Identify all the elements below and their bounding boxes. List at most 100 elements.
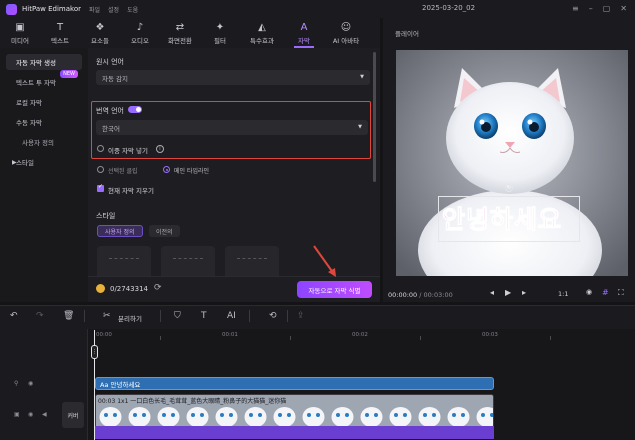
aspect-ratio-select[interactable]: 1:1 (558, 290, 568, 298)
ai-icon[interactable]: AI (227, 311, 236, 321)
redo-icon[interactable]: ↷ (36, 311, 44, 321)
dual-subtitle-radio[interactable] (97, 145, 104, 152)
sidebar-item-local-subtitle[interactable]: 로컬 자막 (6, 94, 82, 110)
app-logo (6, 3, 17, 15)
text-box-icon[interactable]: T (201, 311, 207, 321)
ruler-label: 00:00 (96, 332, 112, 338)
text-icon: T (56, 21, 64, 33)
shield-icon[interactable]: ⛉ (174, 311, 181, 321)
sidebar-item-manual-subtitle[interactable]: 수동 자막 (6, 114, 82, 130)
audio-waveform[interactable] (95, 426, 494, 439)
window-controls: ≡ – ▢ ✕ (572, 4, 627, 13)
rotate-handle-icon[interactable]: ↻ (505, 184, 513, 192)
menu-icon[interactable]: ≡ (572, 4, 579, 13)
prev-frame-icon[interactable]: ◂ (490, 288, 494, 297)
effects-icon: ◭ (258, 21, 266, 33)
player-title: 플레이어 (395, 30, 419, 38)
maximize-icon[interactable]: ▢ (603, 4, 611, 13)
next-frame-icon[interactable]: ▸ (522, 288, 526, 297)
tool-elements[interactable]: ❖ 요소들 (80, 18, 120, 48)
chevron-down-icon: ▼ (360, 74, 364, 80)
timeline-toolbar (0, 305, 635, 329)
subtitle-icon: A (300, 21, 308, 33)
tool-transition[interactable]: ⇄ 화면전환 (160, 18, 200, 48)
tool-audio[interactable]: ♪ 오디오 (120, 18, 160, 48)
elements-icon: ❖ (95, 21, 105, 33)
sidebar-item-style[interactable]: ▶ 스타일 (6, 154, 82, 170)
source-language-select[interactable]: 자동 감지 ▼ (96, 70, 370, 85)
link-icon[interactable]: ⚲ (14, 380, 18, 387)
speed-icon[interactable]: ⟲ (269, 311, 277, 321)
panel-scrollbar[interactable] (373, 52, 376, 182)
tab-custom-style[interactable]: 사용자 정의 (97, 225, 143, 237)
caret-right-icon: ▶ (12, 158, 17, 166)
pointer-arrow-icon (313, 245, 336, 277)
tool-subtitle[interactable]: A 자막 (284, 18, 324, 48)
transition-icon: ⇄ (175, 21, 185, 33)
title-bar: HitPaw Edimakor 파일 설정 도움 (0, 0, 635, 18)
subtitle-overlay-text: 안녕하세요 (441, 205, 563, 235)
main-timeline-label: 메인 타임라인 (174, 168, 210, 175)
ruler-label: 00:02 (352, 332, 368, 338)
time-display: 00:00:00 / 00:03:00 (388, 291, 453, 299)
chevron-down-icon: ▼ (358, 124, 362, 130)
replace-subtitles-checkbox[interactable] (97, 183, 104, 192)
translate-language-select[interactable]: 한국어 ▼ (96, 120, 368, 135)
video-preview[interactable] (396, 50, 628, 276)
subtitle-sidebar: 자동 자막 생성 텍스트 투 자막 NEW 로컬 자막 수동 자막 사용자 정의 … (0, 48, 88, 302)
document-title: 2025-03-20_02 (422, 4, 476, 12)
sidebar-item-auto-subtitle[interactable]: 자동 자막 생성 (6, 54, 82, 70)
close-icon[interactable]: ✕ (620, 4, 627, 13)
menu-settings[interactable]: 설정 (108, 5, 119, 14)
eye-icon[interactable]: ◉ (28, 411, 33, 418)
audio-icon: ♪ (136, 21, 144, 33)
coin-icon (96, 284, 105, 293)
undo-icon[interactable]: ↶ (10, 311, 18, 321)
new-badge: NEW (60, 70, 78, 78)
filter-icon: ✦ (215, 21, 225, 33)
main-timeline-radio[interactable] (163, 166, 170, 173)
fullscreen-icon[interactable]: ⛶ (618, 288, 624, 298)
dual-subtitle-label: 이중 자막 넣기 (108, 147, 149, 155)
snapshot-icon[interactable]: ◉ (586, 288, 592, 296)
lock-icon[interactable]: ▣ (14, 411, 20, 418)
play-icon[interactable]: ▶ (505, 288, 511, 297)
translate-toggle[interactable] (128, 106, 142, 113)
cover-button[interactable]: 커버 (62, 402, 84, 428)
translate-language-label: 번역 언어 (96, 107, 124, 115)
tool-effects[interactable]: ◭ 특수효과 (240, 18, 284, 48)
grid-icon[interactable]: # (602, 288, 609, 297)
split-button[interactable]: 분리하기 (118, 313, 142, 323)
refresh-icon[interactable]: ⟳ (154, 283, 162, 293)
tool-media[interactable]: ▣ 미디어 (0, 18, 40, 48)
auto-subtitle-button[interactable]: 자동으로 자막 식별 (297, 281, 372, 298)
credits-count: 0/2743314 (110, 285, 148, 293)
tool-filter[interactable]: ✦ 필터 (200, 18, 240, 48)
info-icon[interactable]: i (156, 145, 164, 153)
delete-icon[interactable]: 🗑 (63, 311, 74, 321)
volume-icon[interactable]: ◀ (42, 411, 47, 418)
menu-help[interactable]: 도움 (127, 5, 138, 14)
tool-text[interactable]: T 텍스트 (40, 18, 80, 48)
ai-avatar-icon: ☺ (340, 21, 352, 33)
eye-icon[interactable]: ◉ (28, 380, 33, 387)
sidebar-item-custom[interactable]: 사용자 정의 (6, 134, 82, 150)
style-section-label: 스타일 (96, 212, 116, 220)
main-toolbar: ▣ 미디어 T 텍스트 ❖ 요소들 ♪ 오디오 ⇄ 화면전환 ✦ 필터 ◭ 특수효과 A 자막 … (0, 18, 380, 48)
playhead-handle[interactable]: ⋮ (91, 345, 98, 359)
tab-previous-style[interactable]: 이전의 (149, 225, 180, 237)
selected-clip-radio[interactable] (97, 166, 104, 173)
sidebar-item-text-to-subtitle[interactable]: 텍스트 투 자막 NEW (6, 70, 82, 90)
cat-video-frame (396, 50, 628, 276)
subtitle-clip[interactable]: Aa 안녕하세요 (95, 377, 494, 390)
minimize-icon[interactable]: – (589, 4, 593, 13)
export-icon[interactable]: ⇪ (297, 311, 305, 321)
menu-bar: 파일 설정 도움 (89, 5, 138, 14)
media-icon: ▣ (15, 21, 25, 33)
app-name: HitPaw Edimakor (22, 5, 81, 13)
menu-file[interactable]: 파일 (89, 5, 100, 14)
tool-ai-avatar[interactable]: ☺ AI 아바타 (324, 18, 368, 48)
selected-clip-label: 선택된 클립 (108, 168, 138, 175)
ruler-label: 00:03 (482, 332, 498, 338)
scissors-icon[interactable]: ✂ (103, 311, 111, 321)
